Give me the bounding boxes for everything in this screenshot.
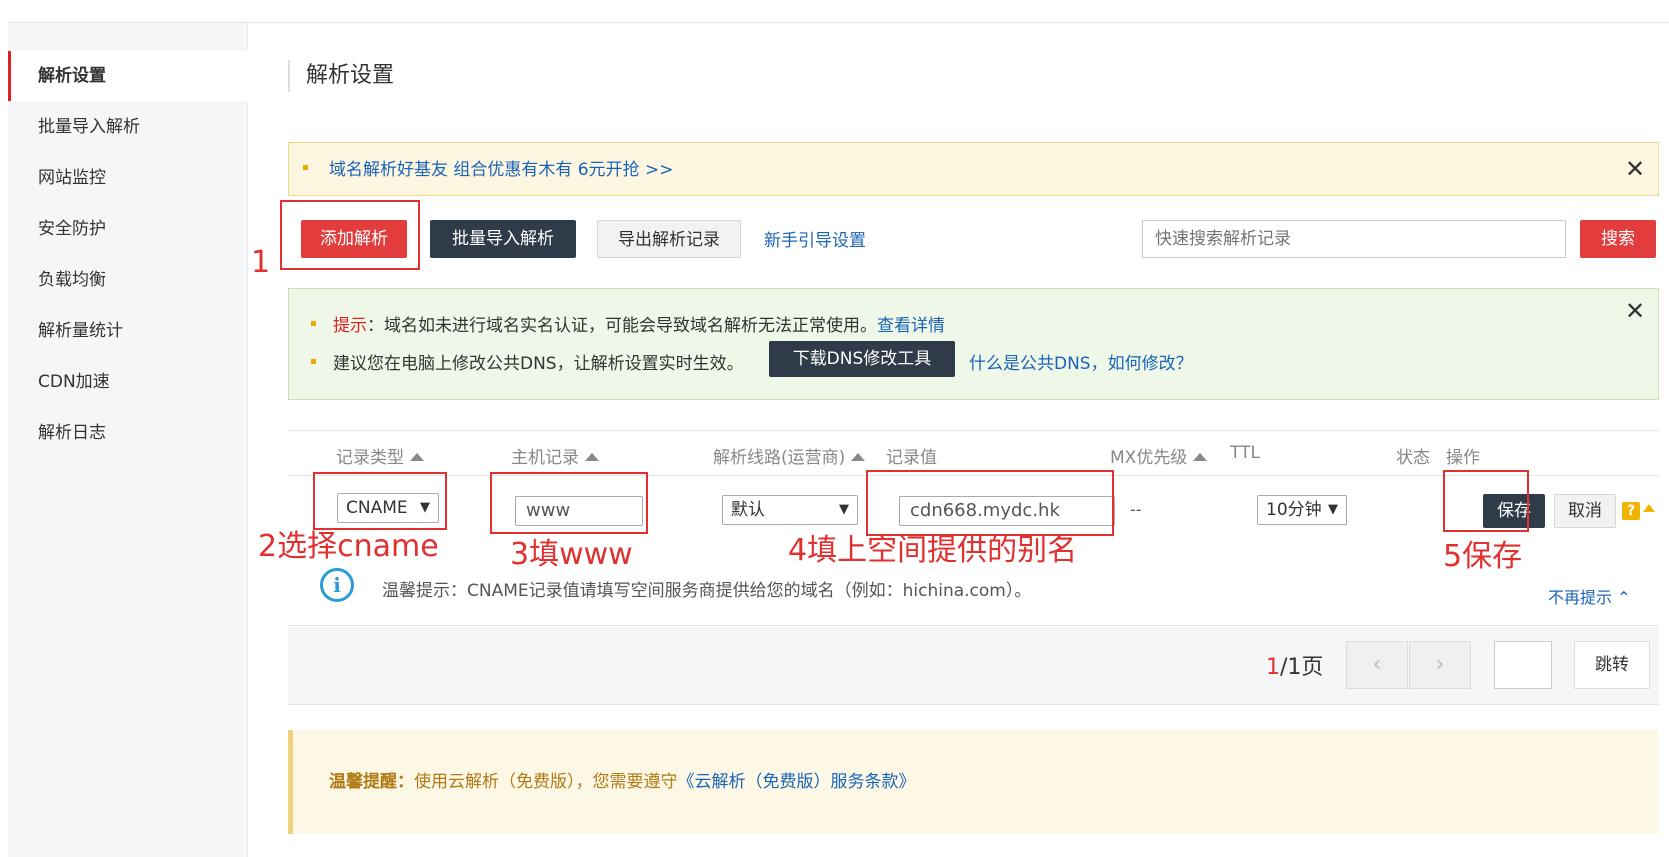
sidebar-item-batch-import[interactable]: 批量导入解析 (8, 102, 248, 152)
dropdown-arrow-icon: ▼ (1328, 502, 1338, 517)
annotation-step4: 4填上空间提供的别名 (788, 533, 1078, 568)
info-icon: i (320, 568, 354, 602)
col-mx[interactable]: MX优先级 (1110, 443, 1208, 468)
dismiss-hint-link[interactable]: 不再提示 ⌃ (1548, 584, 1631, 608)
add-record-button[interactable]: 添加解析 (301, 220, 407, 258)
help-icon[interactable]: ? (1622, 502, 1640, 520)
mx-value: -- (1130, 500, 1142, 519)
page-title: 解析设置 (288, 60, 394, 92)
tip-text-2: 建议您在电脑上修改公共DNS，让解析设置实时生效。 (333, 354, 744, 374)
col-record-type[interactable]: 记录类型 (336, 443, 424, 468)
bullet-icon (303, 165, 308, 170)
annotation-step3: 3填www (510, 537, 633, 572)
prev-page-button[interactable]: ‹ (1346, 641, 1408, 689)
ttl-select[interactable]: 10分钟 ▼ (1257, 495, 1347, 525)
page-number-input[interactable] (1494, 641, 1552, 689)
sort-up-icon (1193, 453, 1208, 461)
public-dns-help-link[interactable]: 什么是公共DNS，如何修改？ (969, 349, 1193, 374)
pagination-bar: 1/1页 ‹ › 跳转 (288, 627, 1659, 705)
record-type-select[interactable]: CNAME ▼ (337, 493, 439, 523)
search-input[interactable] (1142, 220, 1566, 258)
cname-hint-text: 温馨提示：CNAME记录值请填写空间服务商提供给您的域名（例如：hichina.… (382, 581, 1032, 601)
col-action: 操作 (1446, 448, 1480, 468)
sidebar-item-dns-settings[interactable]: 解析设置 (8, 51, 248, 101)
annotation-step2: 2选择cname (258, 529, 439, 564)
save-button[interactable]: 保存 (1483, 494, 1545, 528)
search-button[interactable]: 搜索 (1580, 220, 1656, 258)
sidebar-item-cdn[interactable]: CDN加速 (8, 357, 248, 407)
view-details-link[interactable]: 查看详情 (877, 316, 945, 336)
batch-import-button[interactable]: 批量导入解析 (430, 220, 576, 258)
promo-banner: 域名解析好基友 组合优惠有木有 6元开抢 >> ✕ (288, 142, 1659, 196)
top-divider (8, 22, 1669, 23)
tip-text-1: ：域名如未进行域名实名认证，可能会导致域名解析无法正常使用。 (367, 316, 877, 336)
close-icon[interactable]: ✕ (1625, 299, 1645, 323)
col-host[interactable]: 主机记录 (511, 443, 599, 468)
sidebar-item-site-monitor[interactable]: 网站监控 (8, 153, 248, 203)
col-value: 记录值 (886, 448, 937, 468)
sidebar-item-logs[interactable]: 解析日志 (8, 408, 248, 458)
sidebar: 解析设置 批量导入解析 网站监控 安全防护 负载均衡 解析量统计 CDN加速 解… (8, 23, 248, 857)
dropdown-arrow-icon: ▼ (420, 500, 430, 515)
sort-up-icon (410, 453, 424, 461)
line-select[interactable]: 默认 ▼ (722, 495, 858, 525)
bullet-icon (311, 321, 316, 326)
host-record-input[interactable]: www (515, 496, 643, 526)
export-records-button[interactable]: 导出解析记录 (597, 220, 741, 258)
jump-page-button[interactable]: 跳转 (1574, 641, 1650, 689)
download-dns-tool-button[interactable]: 下载DNS修改工具 (769, 341, 955, 377)
close-icon[interactable]: ✕ (1625, 157, 1645, 181)
annotation-step5: 5保存 (1443, 539, 1523, 574)
tip-warn-label: 提示 (333, 316, 367, 336)
terms-link[interactable]: 《云解析（免费版）服务条款》 (678, 772, 916, 792)
sort-up-icon (585, 453, 599, 461)
notice-text: 温馨提醒：使用云解析（免费版），您需要遵守《云解析（免费版）服务条款》 (329, 772, 916, 792)
annotation-step1: 1 (251, 245, 271, 280)
bullet-icon (311, 359, 316, 364)
col-ttl: TTL (1230, 443, 1260, 463)
guide-settings-link[interactable]: 新手引导设置 (764, 226, 866, 251)
records-table-header: 记录类型 主机记录 解析线路(运营商) 记录值 MX优先级 TTL 状态 操作 (288, 430, 1659, 476)
sort-up-icon (851, 453, 866, 461)
sidebar-item-security[interactable]: 安全防护 (8, 204, 248, 254)
dropdown-arrow-icon: ▼ (839, 502, 849, 517)
sidebar-item-load-balance[interactable]: 负载均衡 (8, 255, 248, 305)
promo-link[interactable]: 域名解析好基友 组合优惠有木有 6元开抢 >> (329, 143, 674, 197)
next-page-button[interactable]: › (1409, 641, 1471, 689)
page-indicator: 1/1页 (1266, 655, 1324, 680)
terms-notice: 温馨提醒：使用云解析（免费版），您需要遵守《云解析（免费版）服务条款》 (288, 730, 1659, 834)
tip-line-1: 提示：域名如未进行域名实名认证，可能会导致域名解析无法正常使用。查看详情 (333, 311, 945, 336)
collapse-arrow-icon[interactable] (1643, 504, 1655, 512)
dns-tips-box: 提示：域名如未进行域名实名认证，可能会导致域名解析无法正常使用。查看详情 建议您… (288, 288, 1659, 400)
sidebar-item-statistics[interactable]: 解析量统计 (8, 306, 248, 356)
chevron-up-icon: ⌃ (1617, 588, 1631, 607)
cancel-button[interactable]: 取消 (1554, 494, 1616, 528)
col-line[interactable]: 解析线路(运营商) (713, 443, 866, 468)
col-status: 状态 (1396, 448, 1430, 468)
record-value-input[interactable]: cdn668.mydc.hk (899, 496, 1115, 526)
